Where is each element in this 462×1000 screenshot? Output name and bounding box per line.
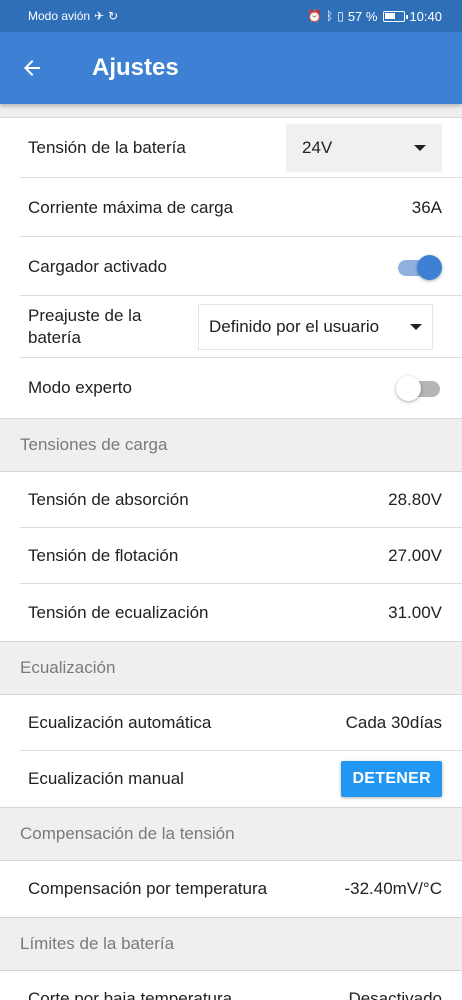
auto-equalization-row[interactable]: Ecualización automática Cada 30días [0, 695, 462, 751]
charger-enabled-toggle[interactable] [396, 254, 442, 280]
back-arrow-icon [24, 60, 40, 76]
charger-enabled-row: Cargador activado [0, 237, 462, 296]
absorption-voltage-label: Tensión de absorción [28, 490, 189, 509]
expert-mode-row: Modo experto [0, 358, 462, 418]
top-spacer [0, 104, 462, 118]
battery-preset-row: Preajuste de la batería Definido por el … [0, 296, 462, 358]
section-header-equalization: Ecualización [0, 641, 462, 695]
alarm-icon: ⏰ [307, 9, 322, 23]
manual-equalization-label: Ecualización manual [28, 769, 184, 788]
equalization-voltage-label: Tensión de ecualización [28, 602, 209, 622]
low-temp-cutoff-row[interactable]: Corte por baja temperatura Desactivado [0, 971, 462, 1000]
battery-preset-select[interactable]: Definido por el usuario [198, 304, 433, 350]
temperature-compensation-label: Compensación por temperatura [28, 879, 268, 898]
page-title: Ajustes [92, 54, 179, 81]
status-right: ⏰ ᛒ ▯ 57 % 10:40 [307, 9, 442, 24]
settings-list: Tensión de la batería 24V Corriente máxi… [0, 104, 462, 1000]
status-left: Modo avión ✈ ↻ [28, 9, 118, 23]
absorption-voltage-row[interactable]: Tensión de absorción 28.80V [0, 472, 462, 528]
auto-equalization-label: Ecualización automática [28, 713, 212, 732]
temperature-compensation-row[interactable]: Compensación por temperatura -32.40mV/°C [0, 861, 462, 917]
expert-mode-label: Modo experto [28, 378, 132, 397]
max-current-value: 36A [411, 197, 442, 217]
temperature-compensation-value: -32.40mV/°C [344, 879, 442, 898]
equalization-voltage-row[interactable]: Tensión de ecualización 31.00V [0, 584, 462, 641]
bluetooth-icon: ᛒ [326, 9, 334, 23]
float-voltage-label: Tensión de flotación [28, 546, 179, 565]
status-time: 10:40 [409, 8, 442, 24]
sync-icon: ↻ [108, 9, 119, 23]
battery-fill [385, 12, 396, 19]
manual-equalization-row: Ecualización manual DETENER [0, 751, 462, 807]
battery-voltage-label: Tensión de la batería [28, 138, 186, 157]
battery-preset-value: Definido por el usuario [209, 317, 380, 336]
battery-preset-label: Preajuste de la batería [28, 306, 142, 347]
status-bar: Modo avión ✈ ↻ ⏰ ᛒ ▯ 57 % 10:40 [0, 0, 462, 32]
expert-mode-toggle[interactable] [396, 375, 442, 401]
equalization-voltage-value: 31.00V [388, 602, 442, 622]
section-header-charge-voltages: Tensiones de carga [0, 418, 462, 472]
battery-percent: 57 % [347, 8, 378, 24]
max-current-row[interactable]: Corriente máxima de carga 36A [0, 178, 462, 237]
float-voltage-row[interactable]: Tensión de flotación 27.00V [0, 528, 462, 584]
section-header-compensation: Compensación de la tensión [0, 807, 462, 861]
dropdown-arrow-icon [414, 145, 426, 151]
airplane-mode-text: Modo avión [28, 9, 91, 23]
stop-equalization-button[interactable]: DETENER [341, 761, 442, 797]
low-temp-cutoff-value: Desactivado [348, 989, 442, 1000]
float-voltage-value: 27.00V [388, 546, 442, 565]
toggle-thumb [417, 254, 442, 280]
absorption-voltage-value: 28.80V [388, 490, 442, 509]
max-current-label: Corriente máxima de carga [28, 197, 234, 217]
battery-icon [383, 10, 409, 22]
airplane-icon: ✈ [94, 9, 105, 23]
battery-voltage-select[interactable]: 24V [286, 124, 442, 172]
charger-enabled-label: Cargador activado [28, 256, 167, 276]
auto-equalization-value: Cada 30días [345, 713, 442, 732]
low-temp-cutoff-label: Corte por baja temperatura [28, 989, 233, 1000]
vibrate-icon: ▯ [337, 9, 344, 23]
section-header-battery-limits: Límites de la batería [0, 917, 462, 971]
back-button[interactable] [0, 32, 64, 104]
app-bar: Ajustes [0, 32, 462, 104]
toggle-thumb [396, 376, 421, 401]
battery-voltage-value: 24V [302, 138, 333, 157]
dropdown-arrow-icon [410, 324, 422, 330]
battery-voltage-row: Tensión de la batería 24V [0, 118, 462, 178]
